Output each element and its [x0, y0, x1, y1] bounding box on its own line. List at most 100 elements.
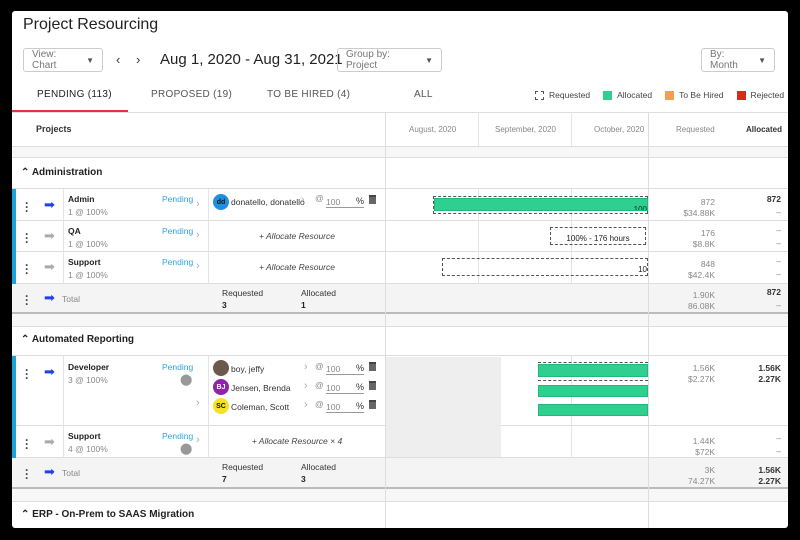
allocated-header: Allocated	[746, 125, 783, 134]
month-header: August, 2020	[409, 125, 457, 134]
more-menu-icon[interactable]: · · ·	[25, 464, 29, 484]
allocated-bar[interactable]	[538, 385, 648, 397]
allocated-values: – –	[776, 433, 781, 456]
role-quantity: 1 @ 100%	[68, 239, 108, 249]
status-badge[interactable]: Pending	[162, 194, 193, 204]
avatar: BJ	[213, 379, 229, 395]
role-name: Admin	[68, 194, 95, 204]
requested-count: 3	[222, 300, 227, 310]
legend-rejected-swatch	[736, 90, 746, 100]
chevron-right-icon[interactable]: ›	[196, 434, 200, 446]
chevron-right-icon[interactable]: ›	[301, 194, 305, 206]
allocate-resource-button[interactable]: + Allocate Resource	[209, 231, 385, 241]
date-range[interactable]: Aug 1, 2020 - Aug 31, 2021	[160, 51, 343, 68]
more-menu-icon[interactable]: · · ·	[25, 228, 29, 248]
more-menu-icon[interactable]: · · ·	[25, 259, 29, 279]
chevron-right-icon[interactable]: ›	[196, 397, 200, 409]
caret-down-icon: ▼	[425, 55, 433, 65]
allocated-bar[interactable]: 100	[434, 198, 648, 211]
spacer	[12, 146, 788, 158]
bar-label: 100% - 176 hours	[566, 234, 630, 243]
app-window: Project Resourcing View: Chart ▼ ‹ › Aug …	[12, 11, 788, 528]
trash-icon[interactable]	[369, 362, 376, 371]
at-icon: @	[315, 399, 324, 409]
location-pin-icon[interactable]: ⬤	[180, 373, 192, 386]
arrow-right-icon[interactable]: ➡	[44, 228, 55, 244]
group-name: ERP - On-Prem to SAAS Migration	[32, 509, 195, 520]
group-header[interactable]: ⌃ Automated Reporting	[21, 334, 134, 345]
trash-icon[interactable]	[369, 381, 376, 390]
arrow-right-icon[interactable]: ➡	[44, 197, 55, 213]
more-menu-icon[interactable]: · · ·	[25, 434, 29, 454]
avatar: SC	[213, 398, 229, 414]
allocated-values: – –	[776, 256, 781, 279]
role-quantity: 1 @ 100%	[68, 270, 108, 280]
trash-icon[interactable]	[369, 195, 376, 204]
chevron-right-icon[interactable]: ›	[196, 198, 200, 210]
prev-button[interactable]: ‹	[116, 52, 120, 67]
divider	[12, 112, 788, 113]
resource-name[interactable]: Coleman, Scott	[231, 402, 289, 412]
period-dropdown[interactable]: By: Month ▼	[701, 48, 775, 72]
group-header[interactable]: ⌃ Administration	[21, 167, 102, 178]
allocated-label: Allocated	[301, 462, 336, 472]
requested-header: Requested	[676, 125, 715, 134]
view-dropdown[interactable]: View: Chart ▼	[23, 48, 103, 72]
trash-icon[interactable]	[369, 400, 376, 409]
allocate-resource-button[interactable]: + Allocate Resource	[209, 262, 385, 272]
tab-to-be-hired[interactable]: TO BE HIRED (4)	[267, 89, 350, 100]
more-menu-icon[interactable]: · · ·	[25, 290, 29, 310]
period-label: By: Month	[710, 49, 738, 71]
chevron-right-icon[interactable]: ›	[196, 260, 200, 272]
status-badge[interactable]: Pending	[162, 431, 193, 441]
legend-label: Allocated	[617, 90, 653, 100]
arrow-right-icon[interactable]: ➡	[44, 364, 55, 380]
status-badge[interactable]: Pending	[162, 226, 193, 236]
location-pin-icon[interactable]: ⬤	[180, 442, 192, 455]
total-requested-values: 1.90K 86.08K	[688, 290, 715, 311]
allocated-bar[interactable]	[538, 364, 648, 377]
arrow-right-icon: ➡	[44, 464, 55, 479]
arrow-right-icon[interactable]: ➡	[44, 434, 55, 450]
requested-label: Requested	[222, 288, 264, 298]
chevron-up-icon: ⌃	[21, 334, 30, 345]
allocate-resource-button[interactable]: + Allocate Resource × 4	[209, 436, 385, 446]
column-divider	[571, 112, 572, 146]
total-label: Total	[62, 468, 80, 478]
resource-name[interactable]: Jensen, Brenda	[231, 383, 291, 393]
status-badge[interactable]: Pending	[162, 362, 193, 372]
role-quantity: 1 @ 100%	[68, 207, 108, 217]
allocated-count: 3	[301, 474, 306, 484]
chevron-right-icon[interactable]: ›	[304, 399, 308, 411]
column-divider	[63, 356, 64, 458]
arrow-right-icon[interactable]: ➡	[44, 259, 55, 275]
more-menu-icon[interactable]: · · ·	[25, 364, 29, 384]
row-accent	[12, 356, 16, 458]
more-menu-icon[interactable]: · · ·	[25, 197, 29, 217]
chevron-right-icon[interactable]: ›	[304, 361, 308, 373]
status-badge[interactable]: Pending	[162, 257, 193, 267]
resource-name[interactable]: donatello, donatello	[231, 197, 305, 207]
next-button[interactable]: ›	[136, 52, 140, 67]
total-allocated-values: 1.56K 2.27K	[758, 465, 781, 486]
projects-header: Projects	[36, 124, 72, 134]
chevron-right-icon[interactable]: ›	[196, 229, 200, 241]
resource-name[interactable]: boy, jeffy	[231, 364, 264, 374]
total-label: Total	[62, 294, 80, 304]
total-allocated-values: 872–	[766, 287, 781, 310]
group-by-dropdown[interactable]: Group by: Project ▼	[337, 48, 442, 72]
allocated-bar[interactable]	[538, 404, 648, 416]
percent-sign: %	[356, 382, 365, 392]
caret-down-icon: ▼	[86, 55, 94, 65]
at-icon: @	[315, 361, 324, 371]
requested-count: 7	[222, 474, 227, 484]
page-title: Project Resourcing	[23, 16, 159, 33]
group-header[interactable]: ⌃ ERP - On-Prem to SAAS Migration	[21, 509, 194, 520]
requested-bar[interactable]: 10	[442, 258, 648, 276]
tab-proposed[interactable]: PROPOSED (19)	[151, 89, 232, 100]
chevron-right-icon[interactable]: ›	[304, 380, 308, 392]
requested-bar[interactable]: 100% - 176 hours	[550, 227, 646, 245]
divider	[12, 326, 788, 327]
tab-all[interactable]: ALL	[414, 89, 433, 100]
tab-pending[interactable]: PENDING (113)	[37, 89, 112, 100]
